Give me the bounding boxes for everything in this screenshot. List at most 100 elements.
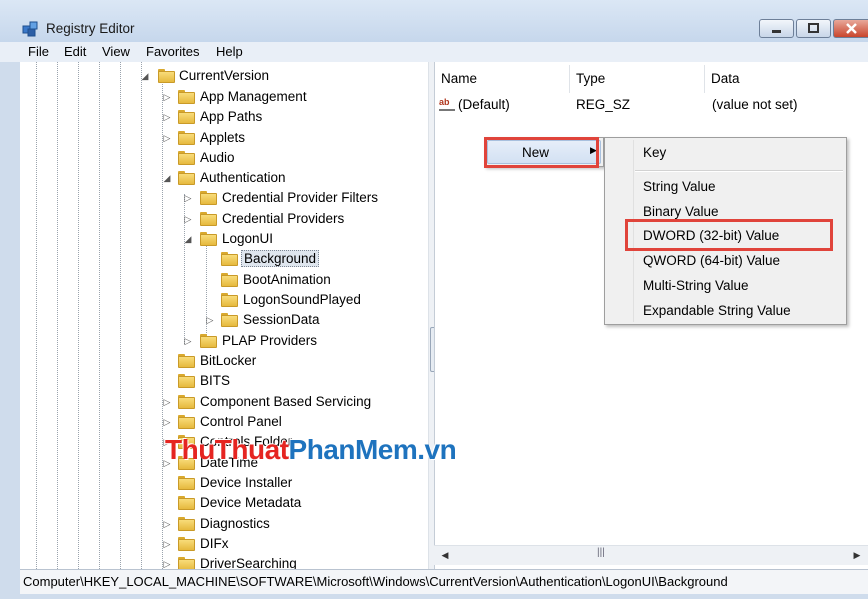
folder-icon [200,212,217,226]
tree-guide-line [120,62,121,569]
tree-item-label: SessionData [243,312,320,327]
menu-bar: File Edit View Favorites Help [0,42,868,62]
expand-arrow-icon[interactable]: ▷ [162,415,172,429]
tree-item-label: LogonSoundPlayed [243,292,361,307]
folder-icon [178,557,195,569]
folder-icon [178,171,195,185]
folder-icon [178,537,195,551]
context-menu-new[interactable]: New ▶ [487,140,601,164]
tree-expander [162,496,172,510]
tree-expander [162,354,172,368]
tree-item-label: CurrentVersion [179,68,270,83]
tree-item-label: DIFx [200,536,229,551]
scrollbar-grip-icon[interactable]: ||| [597,547,605,558]
menu-help[interactable]: Help [216,44,243,59]
expand-arrow-icon[interactable]: ▷ [162,557,172,569]
tree-item-label: Control Panel [200,414,282,429]
tree-item-label: PLAP Providers [222,333,318,348]
folder-icon [221,252,238,266]
submenu-item-expandable-string-value[interactable]: Expandable String Value [643,303,791,318]
tree-item-label: Audio [200,150,235,165]
maximize-icon [808,23,819,33]
folder-icon [178,131,195,145]
submenu-item-binary-value[interactable]: Binary Value [643,204,719,219]
values-horizontal-scrollbar[interactable]: ◀ ||| ▶ [434,545,868,565]
window-title: Registry Editor [46,21,135,36]
column-header-type[interactable]: Type [570,65,705,93]
tree-guide-line [57,62,58,569]
menu-view[interactable]: View [102,44,130,59]
folder-icon [200,191,217,205]
menu-favorites[interactable]: Favorites [146,44,199,59]
folder-icon [178,476,195,490]
expand-arrow-icon[interactable]: ▷ [183,334,193,348]
submenu-item-dword-value[interactable]: DWORD (32-bit) Value [643,228,779,243]
tree-item-label: App Paths [200,109,263,124]
status-bar-path: Computer\HKEY_LOCAL_MACHINE\SOFTWARE\Mic… [20,569,868,594]
folder-icon [221,273,238,287]
menu-edit[interactable]: Edit [64,44,86,59]
folder-icon [200,334,217,348]
collapse-arrow-icon[interactable]: ◢ [162,171,172,185]
expand-arrow-icon[interactable]: ▷ [162,110,172,124]
expand-arrow-icon[interactable]: ▷ [162,537,172,551]
value-data: (value not set) [712,97,798,112]
tree-item-label: Authentication [200,170,286,185]
tree-guide-line [78,62,79,569]
expand-arrow-icon[interactable]: ▷ [205,313,215,327]
tree-item-label: DriverSearching [200,556,297,569]
expand-arrow-icon[interactable]: ▷ [162,131,172,145]
tree-guide-line [99,62,100,569]
collapse-arrow-icon[interactable]: ◢ [140,69,150,83]
submenu-gutter [633,140,634,322]
submenu-item-multi-string-value[interactable]: Multi-String Value [643,278,749,293]
expand-arrow-icon[interactable]: ▷ [183,191,193,205]
folder-icon [178,90,195,104]
tree-item-label: Device Installer [200,475,293,490]
context-menu: New ▶ [484,137,604,167]
maximize-button[interactable] [796,19,831,38]
submenu-item-key[interactable]: Key [643,145,666,160]
folder-icon [221,313,238,327]
close-button[interactable] [833,19,868,38]
column-header-name[interactable]: Name [435,65,570,93]
tree-item-label: BITS [200,373,231,388]
tree-item-label: LogonUI [222,231,274,246]
minimize-button[interactable] [759,19,794,38]
folder-icon [200,232,217,246]
submenu-arrow-icon: ▶ [590,145,597,155]
new-submenu: Key String Value Binary Value DWORD (32-… [604,137,847,325]
title-bar[interactable]: Registry Editor [0,0,868,42]
tree-item-label: Component Based Servicing [200,394,372,409]
tree-item-label: App Management [200,89,307,104]
expand-arrow-icon[interactable]: ▷ [162,395,172,409]
folder-icon [178,395,195,409]
collapse-arrow-icon[interactable]: ◢ [183,232,193,246]
value-row[interactable]: ab (Default) REG_SZ (value not set) [439,93,859,115]
watermark-part-3: .vn [417,434,457,465]
expand-arrow-icon[interactable]: ▷ [183,212,193,226]
tree-expander [205,252,215,266]
submenu-separator [635,170,843,172]
tree-item-label: Credential Provider Filters [222,190,379,205]
expand-arrow-icon[interactable]: ▷ [162,517,172,531]
column-header-data[interactable]: Data [705,65,868,93]
window-bottom-border [0,594,868,599]
submenu-item-qword-value[interactable]: QWORD (64-bit) Value [643,253,780,268]
tree-guide-line [141,62,142,569]
value-type: REG_SZ [576,97,631,112]
scroll-left-arrow-icon[interactable]: ◀ [436,546,454,565]
scroll-right-arrow-icon[interactable]: ▶ [848,546,866,565]
menu-file[interactable]: File [28,44,49,59]
tree-expander [162,151,172,165]
folder-icon [178,151,195,165]
tree-item-label: Applets [200,130,246,145]
expand-arrow-icon[interactable]: ▷ [162,90,172,104]
value-name: (Default) [458,97,510,112]
folder-icon [178,496,195,510]
registry-editor-app-icon [22,21,38,37]
registry-tree[interactable]: ◢ CurrentVersion ▷ App Management ▷ App … [20,62,428,569]
tree-item-label: BitLocker [200,353,257,368]
folder-icon [178,415,195,429]
submenu-item-string-value[interactable]: String Value [643,179,716,194]
